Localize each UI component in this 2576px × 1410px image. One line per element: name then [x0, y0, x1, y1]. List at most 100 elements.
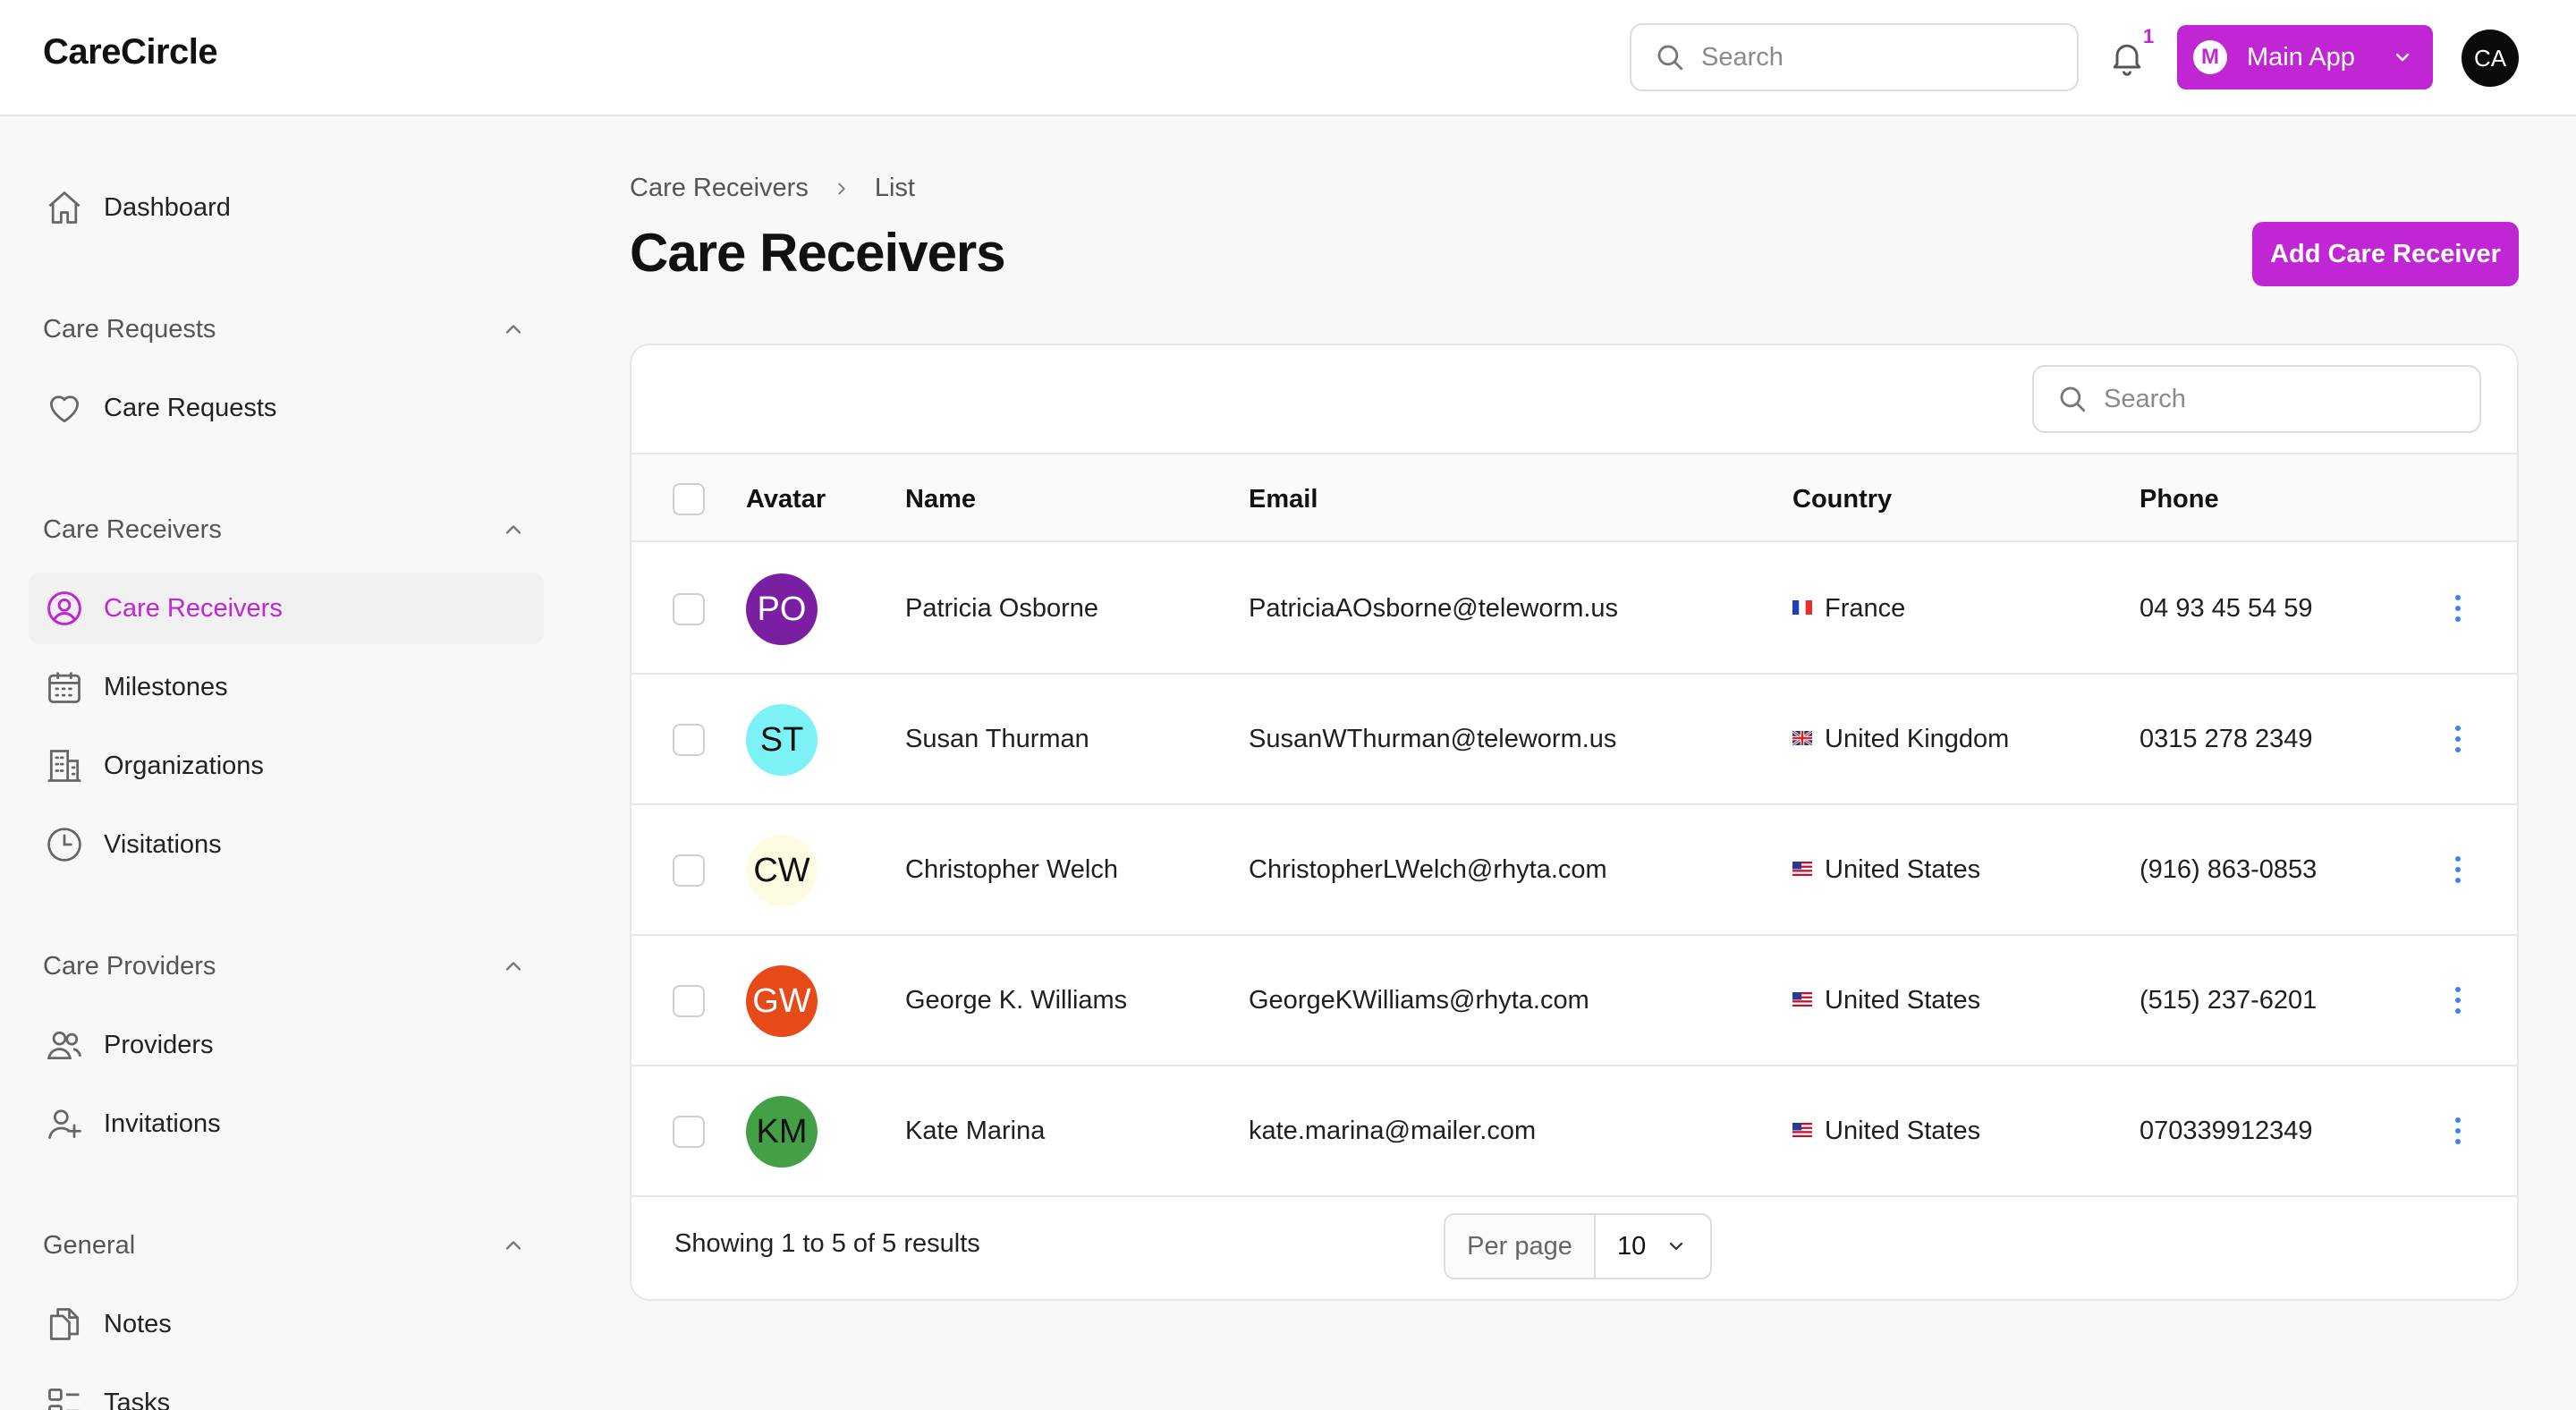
sidebar-item-organizations[interactable]: Organizations: [29, 730, 544, 802]
row-checkbox[interactable]: [673, 724, 705, 756]
per-page-value-text: 10: [1617, 1231, 1647, 1261]
nav-group-label: General: [43, 1230, 136, 1260]
user-avatar[interactable]: CA: [2462, 30, 2519, 87]
chevron-right-icon: [838, 183, 845, 194]
sidebar-item-providers[interactable]: Providers: [29, 1009, 544, 1081]
more-vertical-icon: [2455, 1117, 2461, 1144]
table-row[interactable]: CW Christopher Welch ChristopherLWelch@r…: [631, 805, 2517, 936]
sidebar-item-label: Dashboard: [104, 192, 231, 222]
table-row[interactable]: KM Kate Marina kate.marina@mailer.com Un…: [631, 1066, 2517, 1197]
sidebar-item-dashboard[interactable]: Dashboard: [29, 172, 544, 243]
per-page-value[interactable]: 10: [1596, 1215, 1710, 1278]
nav-group-care-receivers[interactable]: Care Receivers: [43, 512, 526, 548]
table-header: Avatar Name Email Country Phone: [631, 453, 2517, 542]
cell-email[interactable]: ChristopherLWelch@rhyta.com: [1249, 855, 1607, 885]
global-search-input[interactable]: [1701, 42, 2059, 72]
users-icon: [43, 1024, 86, 1066]
sidebar-item-label: Invitations: [104, 1108, 221, 1138]
cell-name[interactable]: Susan Thurman: [905, 725, 1089, 754]
app-switcher-label: Main App: [2247, 42, 2355, 72]
cell-name[interactable]: George K. Williams: [905, 986, 1127, 1015]
cell-country: United Kingdom: [1792, 725, 2009, 754]
cell-email[interactable]: kate.marina@mailer.com: [1249, 1117, 1536, 1146]
cell-phone: 04 93 45 54 59: [2140, 594, 2313, 623]
sidebar-item-tasks[interactable]: Tasks: [29, 1367, 544, 1410]
country-label: France: [1825, 594, 1906, 623]
page-title: Care Receivers: [630, 223, 1006, 283]
row-checkbox[interactable]: [673, 593, 705, 625]
add-care-receiver-button[interactable]: Add Care Receiver: [2252, 222, 2519, 286]
sidebar-item-label: Care Requests: [104, 393, 277, 422]
pagination-summary: Showing 1 to 5 of 5 results: [674, 1229, 980, 1258]
search-icon: [2060, 386, 2086, 412]
column-header-phone[interactable]: Phone: [2140, 485, 2219, 514]
sidebar-item-label: Visitations: [104, 829, 222, 859]
sidebar-item-label: Care Receivers: [104, 593, 283, 623]
row-actions-button[interactable]: [2447, 852, 2469, 892]
row-actions-button[interactable]: [2447, 982, 2469, 1023]
cell-phone: 070339912349: [2140, 1117, 2313, 1145]
avatar-initials: ST: [759, 720, 804, 759]
column-header-name[interactable]: Name: [905, 485, 976, 514]
brand-logo[interactable]: CareCircle: [43, 32, 218, 72]
table-search[interactable]: [2032, 365, 2481, 433]
row-checkbox[interactable]: [673, 854, 705, 887]
sidebar-item-visitations[interactable]: Visitations: [29, 809, 544, 880]
avatar: ST: [746, 704, 818, 776]
app-initial-badge: M: [2193, 40, 2227, 74]
sidebar-item-care-requests[interactable]: Care Requests: [29, 372, 544, 444]
avatar: KM: [746, 1096, 818, 1168]
breadcrumb-current: List: [874, 174, 915, 202]
sidebar-item-milestones[interactable]: Milestones: [29, 651, 544, 723]
country-label: United States: [1825, 986, 1981, 1015]
sidebar-item-label: Providers: [104, 1030, 214, 1059]
cell-country: United States: [1792, 855, 1980, 885]
row-checkbox[interactable]: [673, 1116, 705, 1148]
avatar-initials: CW: [753, 851, 810, 889]
cell-country: France: [1792, 594, 1905, 624]
cell-name[interactable]: Kate Marina: [905, 1117, 1045, 1146]
calendar-icon: [43, 666, 86, 709]
row-actions-button[interactable]: [2447, 1113, 2469, 1153]
more-vertical-icon: [2455, 726, 2461, 752]
column-header-email[interactable]: Email: [1249, 485, 1318, 514]
cell-email[interactable]: GeorgeKWilliams@rhyta.com: [1249, 986, 1589, 1015]
notifications-button[interactable]: [2107, 38, 2147, 81]
user-circle-icon: [43, 587, 86, 630]
breadcrumb: Care Receivers List: [630, 174, 915, 203]
notifications-count-badge: 1: [2143, 25, 2155, 47]
avatar: GW: [746, 965, 818, 1037]
table-row[interactable]: GW George K. Williams GeorgeKWilliams@rh…: [631, 936, 2517, 1066]
cell-country: United States: [1792, 1117, 1980, 1146]
top-bar: CareCircle 1 M Main App CA: [0, 0, 2576, 116]
select-all-checkbox[interactable]: [673, 483, 705, 515]
nav-group-care-providers[interactable]: Care Providers: [43, 948, 526, 984]
nav-group-care-requests[interactable]: Care Requests: [43, 311, 526, 347]
user-plus-icon: [43, 1102, 86, 1145]
sidebar-item-notes[interactable]: Notes: [29, 1288, 544, 1360]
cell-name[interactable]: Christopher Welch: [905, 855, 1118, 885]
per-page-label: Per page: [1445, 1215, 1596, 1278]
global-search[interactable]: [1630, 23, 2079, 91]
avatar-initials: KM: [756, 1112, 808, 1151]
per-page-select[interactable]: Per page 10: [1444, 1213, 1712, 1279]
cell-email[interactable]: PatriciaAOsborne@teleworm.us: [1249, 594, 1618, 624]
nav-group-general[interactable]: General: [43, 1227, 526, 1263]
breadcrumb-parent-link[interactable]: Care Receivers: [630, 174, 809, 203]
table-search-input[interactable]: [2104, 384, 2462, 414]
sidebar-item-care-receivers[interactable]: Care Receivers: [29, 573, 544, 644]
row-actions-button[interactable]: [2447, 590, 2469, 631]
sidebar-item-invitations[interactable]: Invitations: [29, 1088, 544, 1159]
tasks-icon: [43, 1381, 86, 1410]
cell-email[interactable]: SusanWThurman@teleworm.us: [1249, 725, 1616, 754]
table-row[interactable]: ST Susan Thurman SusanWThurman@teleworm.…: [631, 675, 2517, 805]
row-checkbox[interactable]: [673, 985, 705, 1017]
chevron-down-icon: [1670, 1242, 1683, 1251]
nav-group-label: Care Requests: [43, 314, 216, 344]
row-actions-button[interactable]: [2447, 721, 2469, 761]
cell-name[interactable]: Patricia Osborne: [905, 594, 1098, 624]
table-row[interactable]: PO Patricia Osborne PatriciaAOsborne@tel…: [631, 544, 2517, 675]
country-label: United Kingdom: [1825, 725, 2010, 753]
app-switcher-button[interactable]: M Main App: [2177, 25, 2433, 89]
column-header-country[interactable]: Country: [1792, 485, 1892, 514]
